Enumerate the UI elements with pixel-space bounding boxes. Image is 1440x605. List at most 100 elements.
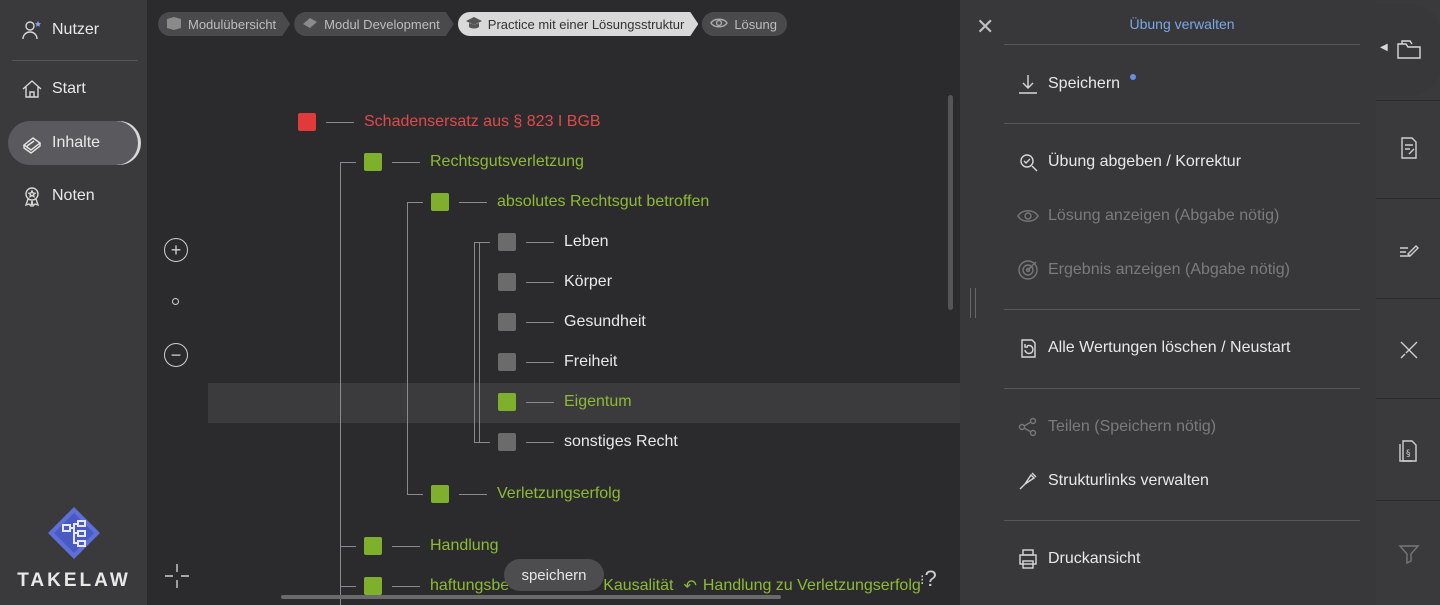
- tree-node-sonstiges-recht[interactable]: sonstiges Recht: [498, 429, 678, 455]
- node-status-marker[interactable]: [498, 313, 516, 331]
- sidebar-item-label: Noten: [52, 187, 95, 204]
- tree-node-eigentum[interactable]: Eigentum: [498, 389, 632, 415]
- solution-tree: Schadensersatz aus § 823 I BGB Rechtsgut…: [148, 0, 960, 605]
- pen-edit-icon[interactable]: [1396, 237, 1422, 263]
- tree-connector: [407, 202, 423, 203]
- node-status-marker[interactable]: [364, 577, 382, 595]
- breadcrumb: Modulübersicht Modul Development Practic…: [158, 12, 787, 36]
- sidebar-item-noten[interactable]: Noten: [8, 174, 138, 218]
- app-root: Nutzer Start Inhalte Noten TAKELAW Schad…: [0, 0, 1440, 605]
- node-dash: [392, 545, 420, 547]
- node-label: Schadensersatz aus § 823 I BGB: [364, 113, 601, 130]
- filter-icon[interactable]: [1396, 541, 1422, 567]
- node-dash: [526, 401, 554, 403]
- tree-node-root[interactable]: Schadensersatz aus § 823 I BGB: [298, 109, 601, 135]
- book-icon: [302, 16, 318, 33]
- graduation-cap-icon: [466, 16, 482, 33]
- help-button[interactable]: ⁝?: [920, 566, 937, 592]
- node-dash: [392, 585, 420, 587]
- node-label: Leben: [564, 233, 609, 250]
- node-dash: [526, 441, 554, 443]
- sidebar-divider: [12, 60, 138, 61]
- tree-node-koerper[interactable]: Körper: [498, 269, 612, 295]
- box-icon: [166, 16, 182, 33]
- panel-title: Übung verwalten: [1129, 16, 1235, 32]
- share-button[interactable]: Teilen (Speichern nötig): [1016, 413, 1216, 441]
- show-result-button[interactable]: Ergebnis anzeigen (Abgabe nötig): [1016, 256, 1290, 284]
- rail-divider: [1376, 398, 1440, 399]
- zoom-reset-button[interactable]: [172, 298, 179, 305]
- node-dash: [526, 241, 554, 243]
- print-view-button[interactable]: Druckansicht: [1016, 545, 1140, 573]
- inspect-icon: [1016, 150, 1040, 174]
- rail-divider: [1376, 298, 1440, 299]
- sidebar-item-inhalte[interactable]: Inhalte: [8, 121, 138, 165]
- vertical-scrollbar[interactable]: [948, 95, 953, 310]
- node-label: haftungsbe: [430, 577, 510, 594]
- breadcrumb-label: Modul Development: [324, 16, 440, 32]
- node-status-marker[interactable]: [298, 113, 316, 131]
- eye-icon: [710, 17, 729, 32]
- tree-node-rechtsgutsverletzung[interactable]: Rechtsgutsverletzung: [364, 149, 584, 175]
- law-document-icon[interactable]: §: [1396, 438, 1422, 464]
- node-status-marker[interactable]: [498, 433, 516, 451]
- zoom-in-button[interactable]: +: [164, 238, 188, 262]
- breadcrumb-label: Practice mit einer Lösungsstruktur: [487, 16, 685, 32]
- panel-divider: [1004, 309, 1360, 310]
- tree-connector: [340, 162, 341, 605]
- close-button[interactable]: ✕: [976, 14, 994, 40]
- show-solution-button[interactable]: Lösung anzeigen (Abgabe nötig): [1016, 202, 1279, 230]
- tree-node-freiheit[interactable]: Freiheit: [498, 349, 617, 375]
- structure-link-label[interactable]: Handlung zu Verletzungserfolg: [703, 577, 921, 595]
- tree-node-gesundheit[interactable]: Gesundheit: [498, 309, 646, 335]
- rail-tab-active[interactable]: ◀: [1376, 4, 1440, 96]
- tools-icon[interactable]: [1396, 337, 1422, 363]
- sidebar-item-label: Start: [52, 80, 86, 97]
- reset-ratings-button[interactable]: Alle Wertungen löschen / Neustart: [1016, 334, 1291, 362]
- submit-correction-button[interactable]: Übung abgeben / Korrektur: [1016, 148, 1241, 176]
- node-status-marker[interactable]: [498, 353, 516, 371]
- tree-node-handlung[interactable]: Handlung: [364, 533, 499, 559]
- zoom-out-button[interactable]: −: [164, 343, 188, 367]
- panel-divider: [1004, 123, 1360, 124]
- close-icon: ✕: [976, 14, 995, 39]
- logo-mark-icon: [48, 507, 100, 559]
- breadcrumb-item-loesung[interactable]: Lösung: [702, 12, 787, 36]
- breadcrumb-item-practice[interactable]: Practice mit einer Lösungsstruktur: [458, 12, 699, 36]
- node-status-marker[interactable]: [431, 485, 449, 503]
- restart-icon: [1016, 336, 1040, 360]
- tree-node-leben[interactable]: Leben: [498, 229, 609, 255]
- panel-item-label: Lösung anzeigen (Abgabe nötig): [1048, 207, 1280, 224]
- sidebar-item-start[interactable]: Start: [8, 67, 138, 111]
- manage-structure-links-button[interactable]: Strukturlinks verwalten: [1016, 467, 1209, 495]
- panel-item-label: Strukturlinks verwalten: [1048, 472, 1209, 489]
- panel-divider: [1004, 520, 1360, 521]
- node-status-marker[interactable]: [364, 537, 382, 555]
- canvas-save-button[interactable]: speichern: [504, 559, 604, 591]
- structure-canvas[interactable]: Schadensersatz aus § 823 I BGB Rechtsgut…: [148, 0, 960, 605]
- undo-link-icon: ↶: [683, 578, 697, 595]
- save-button[interactable]: Speichern: [1016, 70, 1137, 98]
- node-dash: [326, 121, 354, 123]
- tree-node-absolutes-rechtsgut[interactable]: absolutes Rechtsgut betroffen: [431, 189, 709, 215]
- breadcrumb-label: Modulübersicht: [188, 16, 277, 32]
- node-label: Verletzungserfolg: [497, 485, 621, 502]
- takelaw-logo: TAKELAW: [16, 505, 132, 592]
- breadcrumb-item-moduluebersicht[interactable]: Modulübersicht: [158, 12, 290, 36]
- panel-resize-handle[interactable]: [970, 288, 976, 318]
- user-star-icon: [20, 18, 44, 42]
- recenter-button[interactable]: [164, 563, 190, 589]
- horizontal-scrollbar[interactable]: [281, 595, 781, 599]
- node-status-marker[interactable]: [364, 153, 382, 171]
- sidebar-item-nutzer[interactable]: Nutzer: [8, 8, 138, 52]
- node-status-marker[interactable]: [431, 193, 449, 211]
- panel-divider: [1004, 44, 1360, 45]
- tree-node-verletzungserfolg[interactable]: Verletzungserfolg: [431, 481, 621, 507]
- node-status-marker[interactable]: [498, 393, 516, 411]
- breadcrumb-item-modul-development[interactable]: Modul Development: [294, 12, 454, 36]
- home-icon: [20, 77, 44, 101]
- tree-connector: [407, 494, 423, 495]
- node-status-marker[interactable]: [498, 273, 516, 291]
- node-status-marker[interactable]: [498, 233, 516, 251]
- document-edit-icon[interactable]: [1396, 135, 1422, 161]
